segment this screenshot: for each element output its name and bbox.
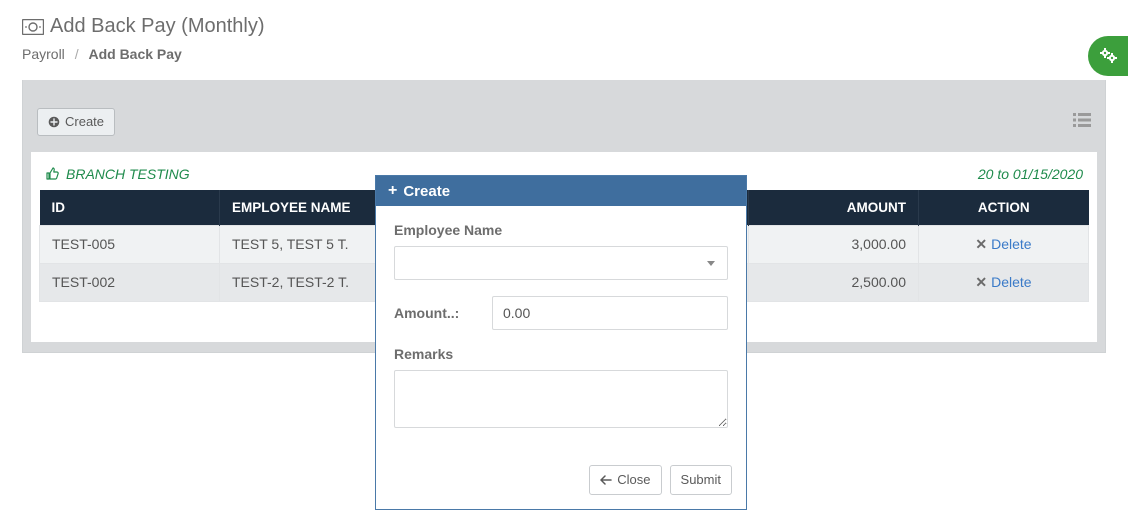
gear-icon — [1098, 46, 1118, 66]
page-title: Add Back Pay (Monthly) — [22, 15, 1106, 38]
period-text: 20 to 01/15/2020 — [978, 166, 1083, 182]
cell-amount: 2,500.00 — [749, 263, 919, 301]
plus-circle-icon — [48, 116, 60, 128]
close-icon: ✕ — [975, 274, 987, 290]
cell-amount: 3,000.00 — [749, 225, 919, 263]
thumbs-up-icon — [45, 166, 60, 181]
branch-text: BRANCH TESTING — [66, 166, 190, 182]
submit-button[interactable]: Submit — [670, 465, 732, 495]
col-amount: AMOUNT — [749, 190, 919, 226]
cell-action: ✕Delete — [919, 263, 1089, 301]
settings-fab[interactable] — [1088, 36, 1128, 76]
page-title-text: Add Back Pay (Monthly) — [50, 15, 265, 38]
modal-title: Create — [403, 183, 450, 200]
create-button[interactable]: Create — [37, 108, 115, 136]
submit-button-label: Submit — [681, 472, 721, 488]
remarks-label: Remarks — [394, 346, 728, 362]
breadcrumb-sep: / — [75, 46, 79, 62]
cell-id: TEST-002 — [40, 263, 220, 301]
col-action: ACTION — [919, 190, 1089, 226]
amount-input[interactable] — [492, 296, 728, 330]
employee-label: Employee Name — [394, 222, 728, 238]
plus-icon: + — [388, 182, 397, 200]
delete-link[interactable]: Delete — [991, 236, 1031, 252]
breadcrumb-root[interactable]: Payroll — [22, 46, 65, 62]
amount-label: Amount..: — [394, 305, 474, 321]
money-icon — [22, 19, 44, 35]
arrow-left-icon — [600, 475, 612, 485]
remarks-textarea[interactable] — [394, 370, 728, 428]
col-id: ID — [40, 190, 220, 226]
breadcrumb-current: Add Back Pay — [88, 46, 181, 62]
branch-label: BRANCH TESTING — [45, 166, 190, 182]
close-button[interactable]: Close — [589, 465, 661, 495]
close-button-label: Close — [617, 472, 650, 488]
cell-action: ✕Delete — [919, 225, 1089, 263]
create-button-label: Create — [65, 114, 104, 130]
cell-id: TEST-005 — [40, 225, 220, 263]
create-modal: + Create Employee Name Amount..: Remarks… — [375, 175, 747, 510]
list-view-icon[interactable] — [1073, 113, 1091, 130]
breadcrumb: Payroll / Add Back Pay — [22, 46, 1106, 62]
close-icon: ✕ — [975, 236, 987, 252]
employee-select[interactable] — [394, 246, 728, 280]
delete-link[interactable]: Delete — [991, 274, 1031, 290]
modal-header: + Create — [376, 176, 746, 206]
